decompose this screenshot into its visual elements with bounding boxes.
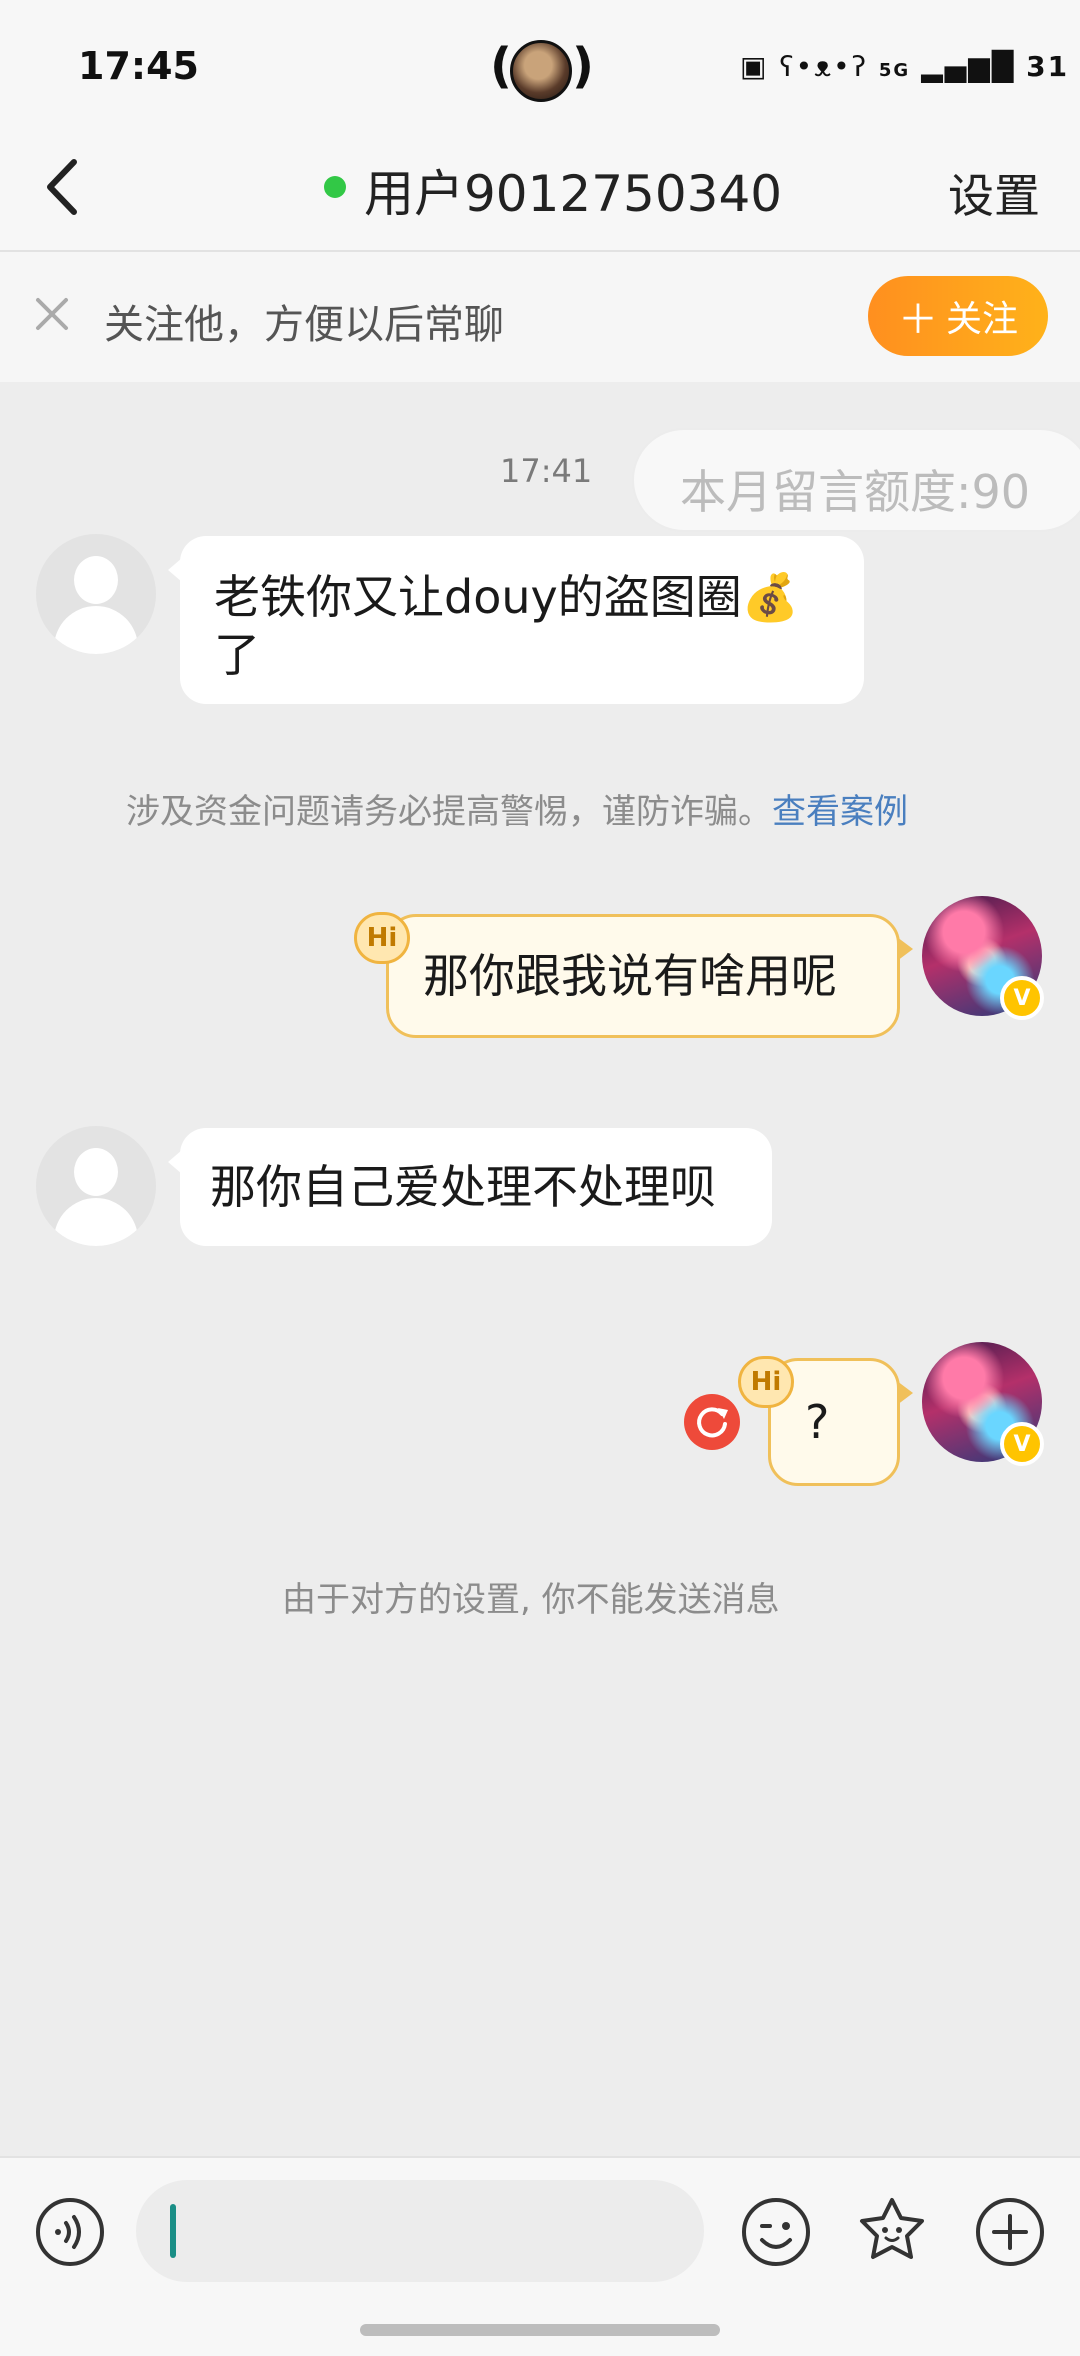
- close-icon: [36, 298, 68, 330]
- verified-badge-icon: V: [1000, 976, 1044, 1020]
- close-banner-button[interactable]: [30, 292, 74, 336]
- status-time: 17:45: [78, 44, 199, 88]
- hi-badge: Hi: [354, 912, 410, 964]
- text-cursor: [170, 2204, 176, 2258]
- settings-button[interactable]: 设置: [948, 160, 1040, 226]
- voice-button[interactable]: [34, 2196, 106, 2268]
- fraud-warning: 涉及资金问题请务必提高警惕，谨防诈骗。查看案例: [126, 784, 908, 833]
- sticker-icon: [860, 2198, 924, 2259]
- quota-text: 本月留言额度:90: [680, 465, 1031, 519]
- message-input[interactable]: [136, 2180, 704, 2282]
- status-icons: ▣ ʕ•ᴥ•ʔ 5G ▂▄▆█ 31: [740, 50, 1069, 83]
- signal-icon: ▂▄▆█: [921, 50, 1016, 83]
- sticker-button[interactable]: [856, 2194, 928, 2266]
- home-indicator[interactable]: [360, 2324, 720, 2336]
- contact-avatar[interactable]: [36, 534, 156, 654]
- follow-button[interactable]: ＋ 关注: [868, 276, 1048, 356]
- message-text: 老铁你又让douy的盗图圈💰了: [214, 570, 799, 682]
- follow-button-label: 关注: [945, 299, 1018, 340]
- camera-island: ( ): [490, 36, 594, 102]
- emoji-icon: [742, 2198, 810, 2266]
- message-bubble-incoming[interactable]: 那你自己爱处理不处理呗: [168, 1128, 772, 1246]
- message-timestamp: 17:41: [500, 452, 593, 490]
- blocked-notice: 由于对方的设置, 你不能发送消息: [282, 1580, 780, 1620]
- vibrate-icon: ▣: [740, 50, 769, 83]
- pet-icon: ʕ•ᴥ•ʔ: [779, 50, 868, 83]
- message-text: 那你自己爱处理不处理呗: [210, 1160, 716, 1214]
- online-status-dot: [324, 176, 346, 198]
- more-button[interactable]: [974, 2196, 1046, 2268]
- network-label: 5G: [878, 60, 911, 81]
- message-bubble-incoming[interactable]: 老铁你又让douy的盗图圈💰了: [168, 536, 864, 704]
- plus-circle-icon: [976, 2198, 1044, 2266]
- emoji-button[interactable]: [740, 2196, 812, 2268]
- resend-button[interactable]: [684, 1394, 740, 1450]
- battery-value: 31: [1026, 50, 1070, 83]
- view-cases-link[interactable]: 查看案例: [772, 792, 908, 832]
- message-bubble-outgoing[interactable]: 那你跟我说有啥用呢: [386, 914, 913, 1038]
- page-title: 用户9012750340: [364, 165, 783, 223]
- plus-icon: ＋: [897, 297, 938, 343]
- contact-avatar[interactable]: [36, 1126, 156, 1246]
- message-text: ?: [805, 1395, 830, 1449]
- follow-banner-text: 关注他，方便以后常聊: [104, 302, 504, 348]
- retry-icon: [697, 1407, 728, 1438]
- voice-icon: [36, 2198, 104, 2266]
- hi-badge: Hi: [738, 1356, 794, 1408]
- verified-badge-icon: V: [1000, 1422, 1044, 1466]
- back-button[interactable]: [38, 152, 98, 222]
- fraud-warning-text: 涉及资金问题请务必提高警惕，谨防诈骗。: [126, 792, 772, 832]
- live-avatar-icon: [510, 40, 572, 102]
- quota-pill: 本月留言额度:90: [632, 428, 1080, 532]
- message-text: 那你跟我说有啥用呢: [423, 949, 837, 1003]
- chevron-left-icon: [47, 159, 77, 215]
